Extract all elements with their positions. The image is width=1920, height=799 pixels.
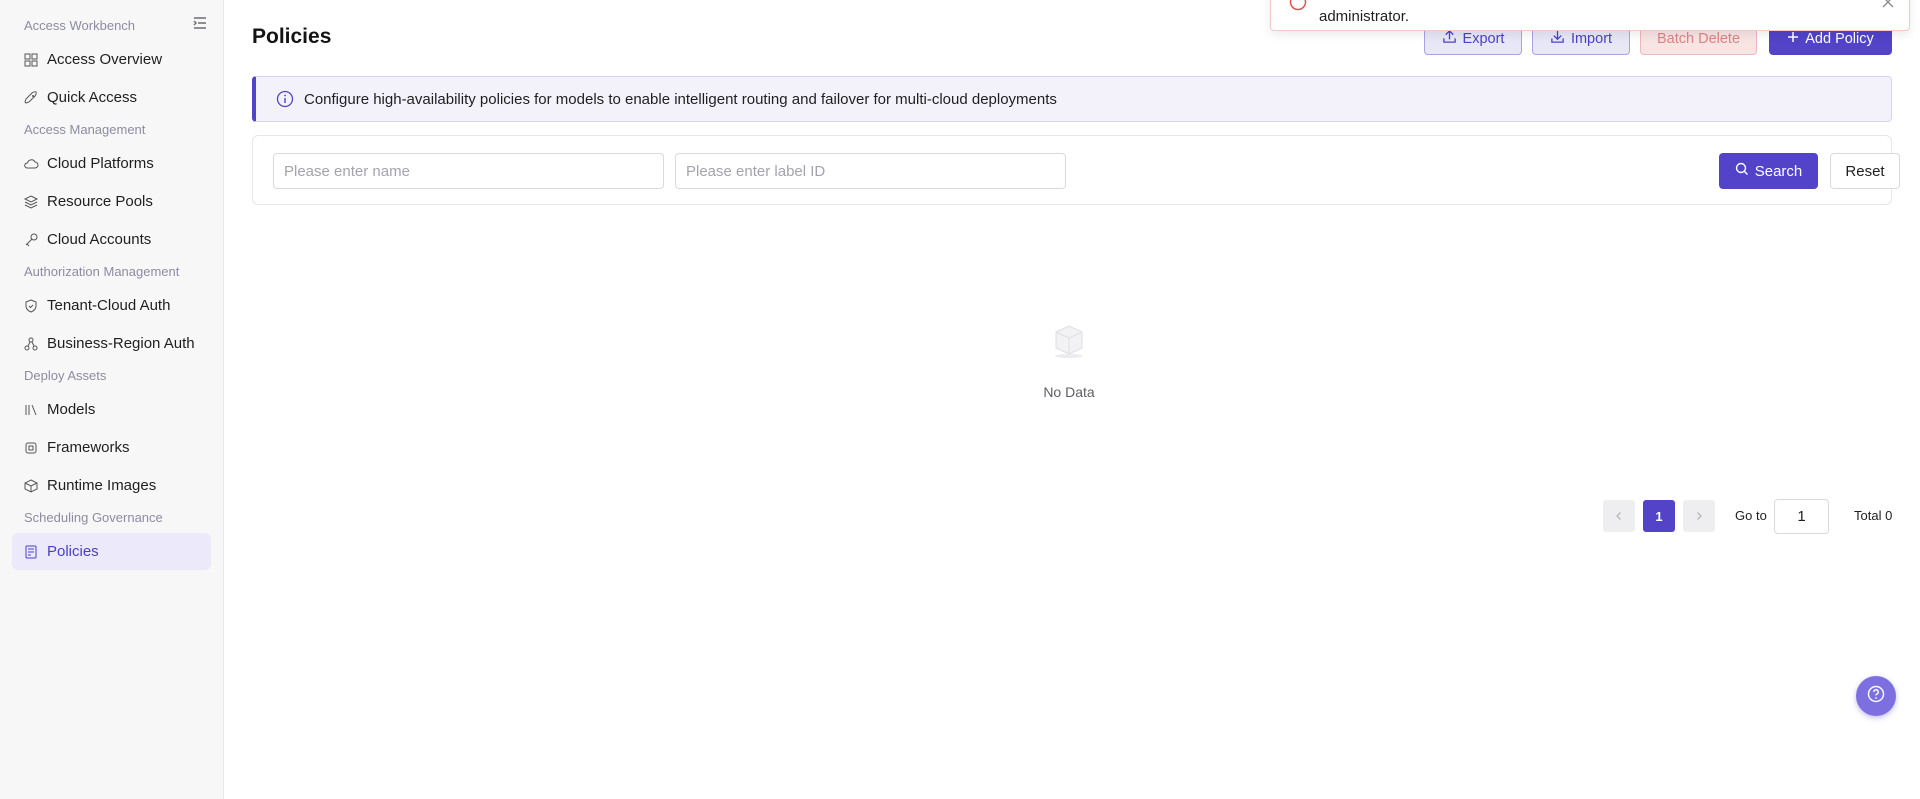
empty-box-icon — [1048, 318, 1090, 360]
nodes-icon — [23, 336, 39, 352]
library-icon — [23, 402, 39, 418]
plus-icon — [1787, 31, 1799, 47]
sidebar-item-label: Cloud Accounts — [47, 231, 152, 248]
rocket-icon — [23, 90, 39, 106]
box-icon — [23, 478, 39, 494]
total-count: Total 0 — [1854, 508, 1893, 523]
sidebar-group-title: Deploy Assets — [24, 368, 107, 383]
sidebar-group-title: Access Management — [24, 122, 146, 137]
reset-button[interactable]: Reset — [1830, 153, 1900, 189]
policy-icon — [23, 544, 39, 560]
help-icon — [1866, 684, 1886, 709]
name-search-input[interactable] — [273, 153, 664, 189]
sidebar-item-label: Tenant-Cloud Auth — [47, 297, 171, 314]
info-text: Configure high-availability policies for… — [304, 90, 1057, 108]
sidebar-item-resource-pools[interactable]: Resource Pools — [12, 183, 211, 220]
download-icon — [1550, 29, 1565, 48]
sidebar-group-title: Scheduling Governance — [24, 510, 163, 525]
sidebar-item-business-region-auth[interactable]: Business-Region Auth — [12, 325, 211, 362]
upload-icon — [1442, 29, 1457, 48]
pagination-next-button[interactable] — [1683, 500, 1715, 532]
close-icon[interactable] — [1881, 0, 1895, 9]
sidebar: Access Workbench Access Overview Quick A… — [0, 0, 224, 799]
search-icon — [1735, 162, 1749, 180]
sidebar-item-cloud-platforms[interactable]: Cloud Platforms — [12, 145, 211, 182]
sidebar-item-label: Resource Pools — [47, 193, 153, 210]
sidebar-item-label: Access Overview — [47, 51, 163, 68]
export-label: Export — [1462, 30, 1505, 47]
page-title: Policies — [252, 25, 332, 48]
key-icon — [23, 232, 39, 248]
sidebar-item-models[interactable]: Models — [12, 391, 211, 428]
sidebar-item-quick-access[interactable]: Quick Access — [12, 79, 211, 116]
sidebar-item-label: Frameworks — [47, 439, 130, 456]
app-root: Access Workbench Access Overview Quick A… — [0, 0, 1920, 799]
pagination-page-1[interactable]: 1 — [1643, 500, 1675, 532]
sidebar-item-label: Policies — [47, 543, 99, 560]
chevron-right-icon — [1694, 509, 1704, 524]
help-button[interactable] — [1856, 676, 1896, 716]
import-label: Import — [1570, 30, 1613, 47]
chevron-left-icon — [1614, 509, 1624, 524]
label-id-input[interactable] — [675, 153, 1066, 189]
sidebar-group-title: Authorization Management — [24, 264, 180, 279]
layers-icon — [23, 194, 39, 210]
info-icon — [276, 90, 294, 108]
main-content: Policies Export Import Batch Delete Add … — [224, 0, 1920, 799]
pagination-prev-button[interactable] — [1603, 500, 1635, 532]
search-button[interactable]: Search — [1719, 153, 1818, 189]
sidebar-item-label: Quick Access — [47, 89, 138, 106]
batch-delete-label: Batch Delete — [1656, 30, 1741, 47]
sidebar-item-label: Business-Region Auth — [47, 335, 195, 352]
sidebar-group-title: Access Workbench — [24, 18, 136, 33]
sidebar-item-tenant-cloud-auth[interactable]: Tenant-Cloud Auth — [12, 287, 211, 324]
cloud-icon — [23, 156, 39, 172]
add-policy-label: Add Policy — [1805, 30, 1874, 47]
sidebar-item-label: Cloud Platforms — [47, 155, 154, 172]
error-icon — [1289, 0, 1307, 11]
sidebar-item-cloud-accounts[interactable]: Cloud Accounts — [12, 221, 211, 258]
filter-panel: Search Reset — [252, 135, 1900, 205]
goto-label: Go to — [1735, 508, 1767, 523]
toast-message: administrator. — [1319, 8, 1410, 25]
dashboard-icon — [23, 52, 39, 68]
search-label: Search — [1754, 162, 1803, 180]
menu-collapse-icon[interactable] — [192, 15, 208, 31]
sidebar-item-frameworks[interactable]: Frameworks — [12, 429, 211, 466]
sidebar-item-label: Runtime Images — [47, 477, 157, 494]
goto-page-input[interactable] — [1774, 499, 1829, 534]
sidebar-item-runtime-images[interactable]: Runtime Images — [12, 467, 211, 504]
sidebar-item-access-overview[interactable]: Access Overview — [12, 41, 211, 78]
error-toast: administrator. — [1270, 0, 1910, 31]
empty-state-text: No Data — [1043, 384, 1095, 400]
shield-icon — [23, 298, 39, 314]
sidebar-item-policies[interactable]: Policies — [12, 533, 211, 570]
info-banner: Configure high-availability policies for… — [252, 76, 1892, 122]
chip-icon — [23, 440, 39, 456]
sidebar-item-label: Models — [47, 401, 96, 418]
